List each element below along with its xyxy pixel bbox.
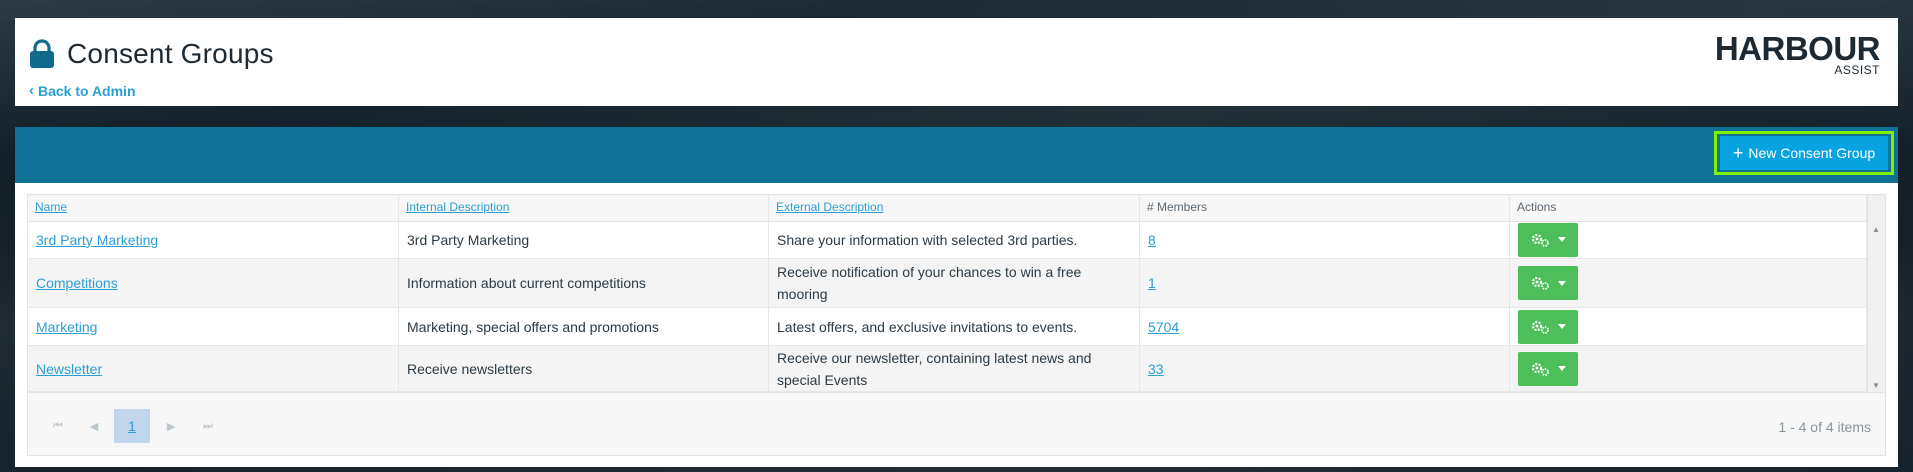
- cell-name: 3rd Party Marketing: [28, 221, 399, 258]
- consent-groups-grid: Name Internal Description External Descr…: [27, 194, 1886, 456]
- cell-actions: [1510, 308, 1867, 345]
- cell-external-description: Receive notification of your chances to …: [769, 259, 1140, 307]
- cell-external-description: Receive our newsletter, containing lates…: [769, 346, 1140, 391]
- members-count-link[interactable]: 1: [1148, 272, 1156, 294]
- first-page-icon[interactable]: ⏮: [40, 409, 76, 443]
- cell-internal-description: Receive newsletters: [399, 346, 769, 391]
- grid-header: Name Internal Description External Descr…: [28, 195, 1867, 222]
- previous-page-icon[interactable]: ◀: [76, 409, 112, 443]
- column-header-internal-description[interactable]: Internal Description: [399, 195, 769, 221]
- page-title: Consent Groups: [67, 38, 274, 69]
- table-row: Newsletter Receive newsletters Receive o…: [28, 346, 1867, 392]
- next-page-icon[interactable]: ▶: [153, 409, 189, 443]
- logo-main-text: HARBOUR: [1714, 30, 1881, 67]
- lock-icon: [30, 39, 54, 68]
- back-link-label: Back to Admin: [38, 82, 136, 99]
- new-consent-group-button[interactable]: + New Consent Group: [1720, 136, 1888, 170]
- cell-external-description: Latest offers, and exclusive invitations…: [769, 308, 1140, 345]
- gears-icon: [1531, 276, 1549, 290]
- page-1-button[interactable]: 1: [114, 409, 150, 443]
- back-to-admin-link[interactable]: ‹ Back to Admin: [29, 82, 136, 99]
- plus-icon: +: [1732, 143, 1744, 163]
- grid-pager: ⏮ ◀ 1 ▶ ⏭ 1 - 4 of 4 items: [28, 392, 1885, 455]
- cell-actions: [1510, 259, 1867, 307]
- cell-name: Competitions: [28, 259, 399, 307]
- cell-internal-description: Marketing, special offers and promotions: [399, 308, 769, 345]
- column-header-members: # Members: [1140, 195, 1510, 221]
- group-name-link[interactable]: 3rd Party Marketing: [36, 229, 158, 251]
- harbour-assist-logo: HARBOUR ASSIST: [1714, 30, 1881, 77]
- members-count-link[interactable]: 33: [1148, 358, 1164, 380]
- row-actions-button[interactable]: [1518, 351, 1578, 386]
- scroll-down-arrow-icon[interactable]: ▼: [1872, 381, 1880, 390]
- gears-icon: [1531, 233, 1549, 247]
- cell-name: Newsletter: [28, 346, 399, 391]
- caret-down-icon: [1558, 366, 1566, 371]
- members-count-link[interactable]: 8: [1148, 229, 1156, 251]
- page-header: Consent Groups ‹ Back to Admin HARBOUR A…: [15, 18, 1898, 106]
- cell-members: 5704: [1140, 308, 1510, 345]
- pager-info: 1 - 4 of 4 items: [1778, 419, 1871, 435]
- cell-members: 1: [1140, 259, 1510, 307]
- new-button-label: New Consent Group: [1748, 145, 1876, 161]
- row-actions-button[interactable]: [1518, 309, 1578, 344]
- table-row: Marketing Marketing, special offers and …: [28, 308, 1867, 346]
- chevron-left-icon: ‹: [29, 82, 34, 99]
- scroll-up-arrow-icon[interactable]: ▲: [1872, 225, 1880, 234]
- column-header-actions: Actions: [1510, 195, 1867, 221]
- caret-down-icon: [1558, 237, 1566, 242]
- grid-rows: 3rd Party Marketing 3rd Party Marketing …: [28, 221, 1867, 392]
- cell-internal-description: 3rd Party Marketing: [399, 221, 769, 258]
- cell-external-description: Share your information with selected 3rd…: [769, 221, 1140, 258]
- cell-internal-description: Information about current competitions: [399, 259, 769, 307]
- column-header-name[interactable]: Name: [28, 195, 399, 221]
- grid-toolbar: + New Consent Group: [15, 127, 1898, 183]
- row-actions-button[interactable]: [1518, 222, 1578, 257]
- table-row: Competitions Information about current c…: [28, 259, 1867, 308]
- row-actions-button[interactable]: [1518, 266, 1578, 300]
- column-header-external-description[interactable]: External Description: [769, 195, 1140, 221]
- consent-groups-panel: + New Consent Group Name Internal Descri…: [15, 127, 1898, 467]
- last-page-icon[interactable]: ⏭: [190, 409, 226, 443]
- cell-members: 8: [1140, 221, 1510, 258]
- new-button-highlight: + New Consent Group: [1714, 131, 1894, 175]
- title-row: Consent Groups: [29, 38, 274, 70]
- caret-down-icon: [1558, 324, 1566, 329]
- cell-actions: [1510, 346, 1867, 391]
- cell-actions: [1510, 221, 1867, 258]
- caret-down-icon: [1558, 280, 1566, 286]
- cell-name: Marketing: [28, 308, 399, 345]
- cell-members: 33: [1140, 346, 1510, 391]
- gears-icon: [1531, 320, 1549, 334]
- group-name-link[interactable]: Marketing: [36, 316, 97, 338]
- group-name-link[interactable]: Competitions: [36, 272, 118, 294]
- gears-icon: [1531, 362, 1549, 376]
- group-name-link[interactable]: Newsletter: [36, 358, 102, 380]
- members-count-link[interactable]: 5704: [1148, 316, 1179, 338]
- table-row: 3rd Party Marketing 3rd Party Marketing …: [28, 221, 1867, 259]
- vertical-scrollbar[interactable]: ▲ ▼: [1867, 195, 1885, 392]
